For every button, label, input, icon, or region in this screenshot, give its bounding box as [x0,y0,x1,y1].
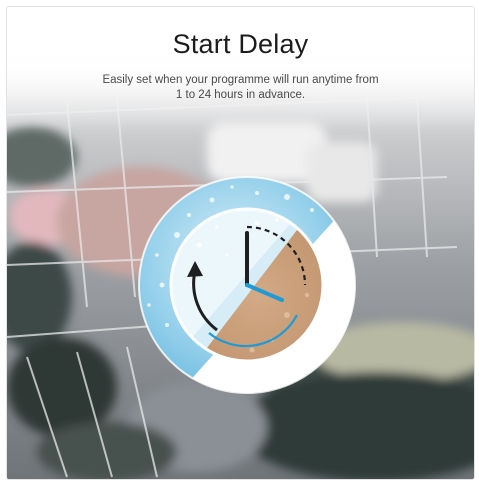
feature-description: Easily set when your programme will run … [67,73,414,103]
feature-title: Start Delay [172,29,309,59]
product-feature-card: Start Delay Easily set when your program… [6,6,475,480]
feature-description-line-1: Easily set when your programme will run … [102,74,379,86]
feature-description-line-2: 1 to 24 hours in advance. [175,89,306,101]
clock-icon [138,176,356,394]
